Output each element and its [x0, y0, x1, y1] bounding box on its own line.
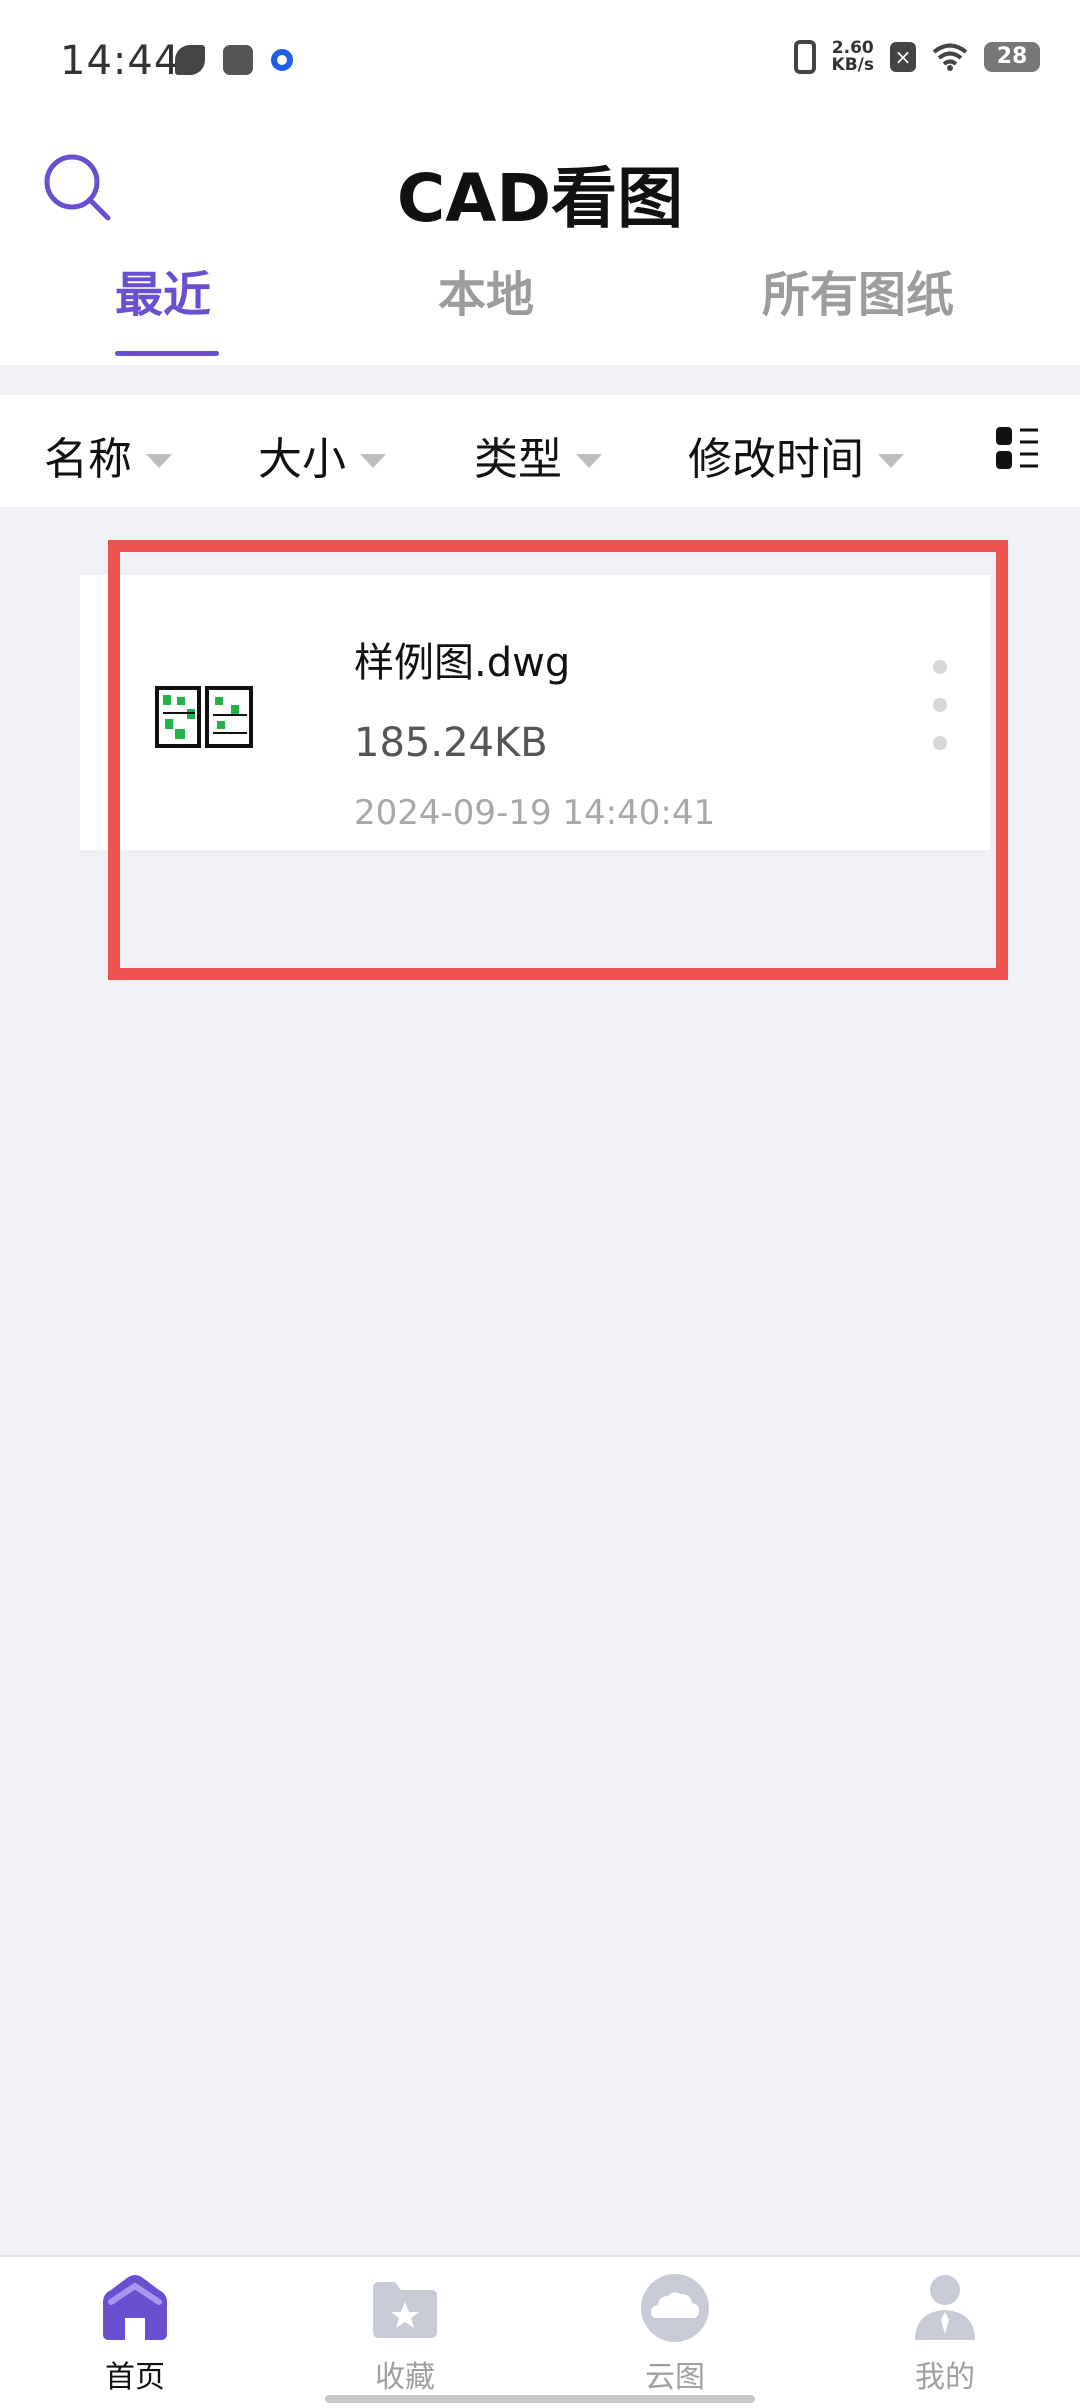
- sort-by-size[interactable]: 大小: [258, 423, 386, 487]
- sort-size-label: 大小: [258, 434, 346, 485]
- cloud-icon: [641, 2274, 709, 2342]
- profile-icon: [915, 2275, 975, 2340]
- chevron-down-icon: [146, 454, 172, 468]
- app-notification-icon: [175, 45, 205, 75]
- screen: 14:44 2.60 KB/s × 28 CAD看图 最近 本地 所有图纸 名称…: [0, 0, 1080, 2408]
- sort-by-name[interactable]: 名称: [44, 423, 172, 487]
- sort-bar: 名称 大小 类型 修改时间: [0, 395, 1080, 507]
- nav-cloud-label: 云图: [645, 2360, 705, 2395]
- tab-local[interactable]: 本地: [438, 255, 534, 325]
- nav-profile-label: 我的: [915, 2360, 975, 2395]
- status-bar: 14:44 2.60 KB/s × 28: [0, 0, 1080, 125]
- battery-icon: 28: [984, 42, 1040, 72]
- no-sim-icon: ×: [890, 42, 916, 72]
- message-notification-icon: [223, 45, 253, 75]
- nav-favorites[interactable]: 收藏: [325, 2272, 485, 2396]
- chevron-down-icon: [576, 454, 602, 468]
- tab-bar: 最近 本地 所有图纸: [0, 255, 1080, 365]
- tab-active-indicator: [115, 351, 219, 356]
- sort-type-label: 类型: [474, 434, 562, 485]
- wifi-icon: [932, 43, 968, 71]
- sort-modified-label: 修改时间: [688, 434, 864, 485]
- nav-profile[interactable]: 我的: [865, 2272, 1025, 2396]
- vibrate-icon: [793, 40, 816, 74]
- app-header: CAD看图 最近 本地 所有图纸: [0, 125, 1080, 365]
- browser-notification-icon: [271, 49, 293, 71]
- sort-name-label: 名称: [44, 434, 132, 485]
- bottom-navigation: 首页 收藏 云图 我的: [0, 2255, 1080, 2408]
- nav-cloud[interactable]: 云图: [595, 2272, 755, 2396]
- net-speed-unit: KB/s: [831, 55, 874, 75]
- highlight-box: [108, 540, 1008, 980]
- sort-by-type[interactable]: 类型: [474, 423, 602, 487]
- net-speed: 2.60 KB/s: [832, 40, 874, 74]
- page-title: CAD看图: [396, 160, 684, 237]
- nav-favorites-label: 收藏: [375, 2360, 435, 2395]
- status-right-icons: 2.60 KB/s × 28: [793, 40, 1040, 74]
- home-indicator[interactable]: [325, 2395, 755, 2403]
- nav-home[interactable]: 首页: [55, 2272, 215, 2396]
- view-mode-toggle-icon[interactable]: [994, 425, 1040, 471]
- home-icon: [103, 2275, 167, 2340]
- tab-recent[interactable]: 最近: [115, 255, 211, 325]
- favorites-folder-icon: [373, 2282, 437, 2338]
- sort-by-modified[interactable]: 修改时间: [688, 423, 904, 487]
- chevron-down-icon: [878, 454, 904, 468]
- status-left-icons: [175, 45, 293, 75]
- status-time: 14:44: [60, 38, 181, 84]
- tab-all-drawings[interactable]: 所有图纸: [762, 255, 954, 325]
- nav-home-label: 首页: [105, 2360, 165, 2395]
- chevron-down-icon: [360, 454, 386, 468]
